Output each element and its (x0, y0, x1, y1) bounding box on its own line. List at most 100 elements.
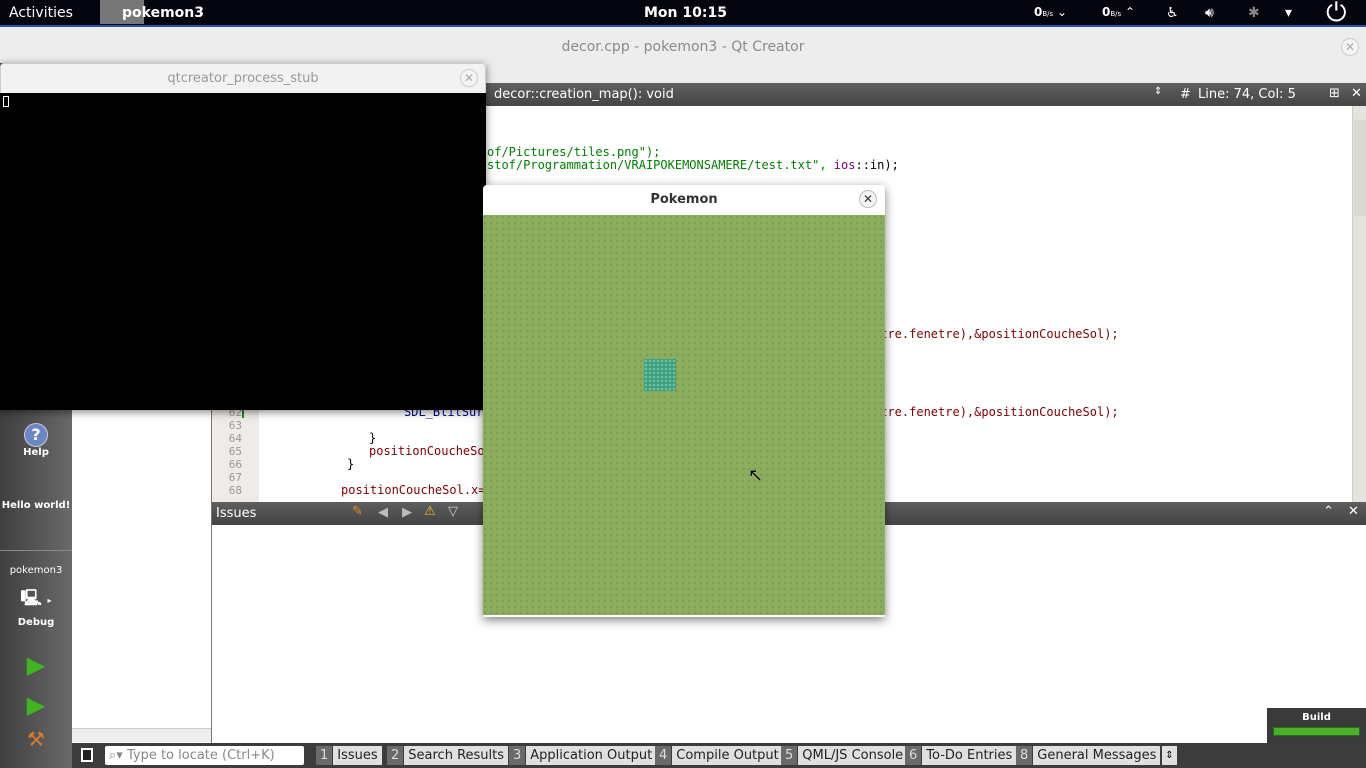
tab-number: 1 (316, 746, 333, 765)
code-keyword: ios (833, 158, 856, 172)
code-text: ::in); (855, 158, 899, 172)
tab-compile-output[interactable]: 4 Compile Output (655, 746, 783, 765)
code-fragment: etre.fenetre),&positionCoucheSol); (873, 327, 1119, 341)
split-icon[interactable]: ⊞ (1329, 86, 1340, 101)
net-up[interactable]: 0B/s ⌃ (1102, 5, 1135, 19)
chevron-up-icon: ⌃ (1125, 5, 1136, 19)
net-down-unit: B/s (1042, 10, 1054, 18)
tab-application-output[interactable]: 3 Application Output (509, 746, 657, 765)
more-tabs-icon[interactable]: ⇕ (1162, 746, 1177, 765)
tab-qml-console[interactable]: 5 QML/JS Console (781, 746, 908, 765)
line-number: 65 (228, 445, 242, 458)
hello-world-label: Hello world! (1, 500, 71, 511)
build-label: Build (1302, 712, 1331, 723)
close-icon[interactable]: ✕ (859, 190, 877, 208)
code-string: stof/Programmation/VRAIPOKEMONSAMERE/tes… (487, 158, 834, 172)
stub-titlebar: qtcreator_process_stub ✕ (0, 63, 486, 93)
mode-help[interactable]: ? Help (0, 423, 72, 458)
line-number: 68 (228, 484, 242, 497)
mouse-cursor-icon: ↖ (748, 465, 764, 486)
vertical-scrollbar[interactable] (1352, 106, 1366, 502)
tab-number: 4 (655, 746, 672, 765)
maximize-icon[interactable]: ⌃ (1323, 504, 1334, 519)
divider (0, 550, 72, 551)
tab-number: 6 (905, 746, 922, 765)
warning-icon[interactable]: ⚠ (424, 504, 436, 519)
status-bar: ⌕▾ Type to locate (Ctrl+K) 1 Issues 2 Sear… (72, 743, 1366, 768)
wifi-icon[interactable]: ▾ (1285, 5, 1292, 21)
code-fragment: positionCoucheSol.x= (341, 483, 486, 497)
bluetooth-off-icon[interactable]: ✱ (1248, 5, 1260, 21)
water-tile (644, 359, 676, 391)
toggle-sidebar-icon[interactable] (81, 748, 93, 762)
project-label: pokemon3 (9, 565, 63, 576)
code-fragment: stof/Programmation/VRAIPOKEMONSAMERE/tes… (487, 159, 899, 172)
cursor-position[interactable]: Line: 74, Col: 5 (1198, 87, 1296, 102)
filter-icon[interactable]: ▽ (448, 504, 458, 519)
accessibility-icon[interactable]: ♿ (1166, 5, 1179, 21)
power-icon[interactable]: ⏻ (1326, 0, 1347, 29)
code-fragment: } (347, 457, 355, 471)
build-hammer-icon[interactable]: ⚒ (0, 727, 72, 751)
symbol-dropdown[interactable]: decor::creation_map(): void (494, 87, 674, 102)
tab-number: 8 (1016, 746, 1033, 765)
line-number: 67 (228, 471, 242, 484)
line-number: 66 (228, 458, 242, 471)
build-progress-bar (1273, 727, 1360, 736)
app-menu[interactable]: pokemon3 (122, 5, 204, 21)
tab-label: Application Output (526, 746, 657, 765)
target-label[interactable]: Debug (0, 617, 72, 628)
debug-run-icon[interactable]: ▶ (0, 691, 72, 719)
help-label: Help (23, 447, 49, 458)
close-editor-icon[interactable]: ✕ (1351, 86, 1362, 101)
terminal-cursor (3, 96, 9, 107)
tab-general-messages[interactable]: 8 General Messages (1016, 746, 1161, 765)
tab-label: General Messages (1033, 746, 1161, 765)
computer-icon[interactable]: 🖳︎ ▸ (0, 587, 72, 614)
net-down[interactable]: 0B/s ⌄ (1034, 5, 1067, 19)
line-number: 63 (228, 419, 242, 432)
window-title: decor.cpp - pokemon3 - Qt Creator (561, 39, 805, 55)
tab-label: Issues (333, 746, 382, 765)
build-status[interactable]: Build (1267, 708, 1366, 743)
close-icon[interactable]: ✕ (1341, 38, 1359, 56)
pokemon-title: Pokemon (650, 192, 718, 207)
tab-label: To-Do Entries (922, 746, 1017, 765)
spinner-icon[interactable]: ⇕ (1154, 86, 1162, 97)
top-bar: Activities pokemon3 Mon 10:15 0B/s ⌄ 0B/… (0, 0, 1366, 29)
prev-icon[interactable]: ◀ (378, 505, 388, 520)
process-stub-window: qtcreator_process_stub ✕ (0, 63, 486, 410)
tab-number: 2 (387, 746, 404, 765)
locate-placeholder: Type to locate (Ctrl+K) (126, 748, 275, 763)
locate-input[interactable]: ⌕▾ Type to locate (Ctrl+K) (105, 746, 304, 765)
tab-search-results[interactable]: 2 Search Results (387, 746, 509, 765)
tab-issues[interactable]: 1 Issues (316, 746, 382, 765)
tab-label: Compile Output (672, 746, 783, 765)
net-up-unit: B/s (1110, 10, 1122, 18)
tab-number: 5 (781, 746, 798, 765)
tab-todo-entries[interactable]: 6 To-Do Entries (905, 746, 1017, 765)
horizontal-scrollbar[interactable] (72, 728, 211, 742)
pokemon-titlebar: Pokemon ✕ (483, 185, 885, 215)
tab-label: QML/JS Console (798, 746, 908, 765)
code-fragment: etre.fenetre),&positionCoucheSol); (873, 405, 1119, 419)
close-pane-icon[interactable]: ✕ (1348, 504, 1359, 519)
line-number: 64 (228, 432, 242, 445)
terminal[interactable] (0, 93, 486, 410)
volume-icon[interactable]: 🔊︎ (1205, 5, 1214, 21)
close-icon[interactable]: ✕ (460, 69, 478, 87)
help-icon: ? (24, 423, 48, 447)
game-map[interactable] (483, 215, 885, 615)
search-icon: ⌕▾ (109, 748, 123, 763)
code-fragment: positionCoucheSol (369, 444, 492, 458)
activities-button[interactable]: Activities (9, 5, 73, 21)
scrollbar-handle[interactable] (1354, 120, 1366, 216)
hash-label: # (1180, 87, 1191, 102)
run-icon[interactable]: ▶ (0, 651, 72, 679)
clean-icon[interactable]: ✎ (352, 504, 363, 519)
chevron-down-icon: ⌄ (1057, 5, 1068, 19)
clock[interactable]: Mon 10:15 (644, 5, 727, 21)
tab-number: 3 (509, 746, 526, 765)
issues-title: Issues (216, 506, 257, 521)
next-icon[interactable]: ▶ (402, 505, 412, 520)
